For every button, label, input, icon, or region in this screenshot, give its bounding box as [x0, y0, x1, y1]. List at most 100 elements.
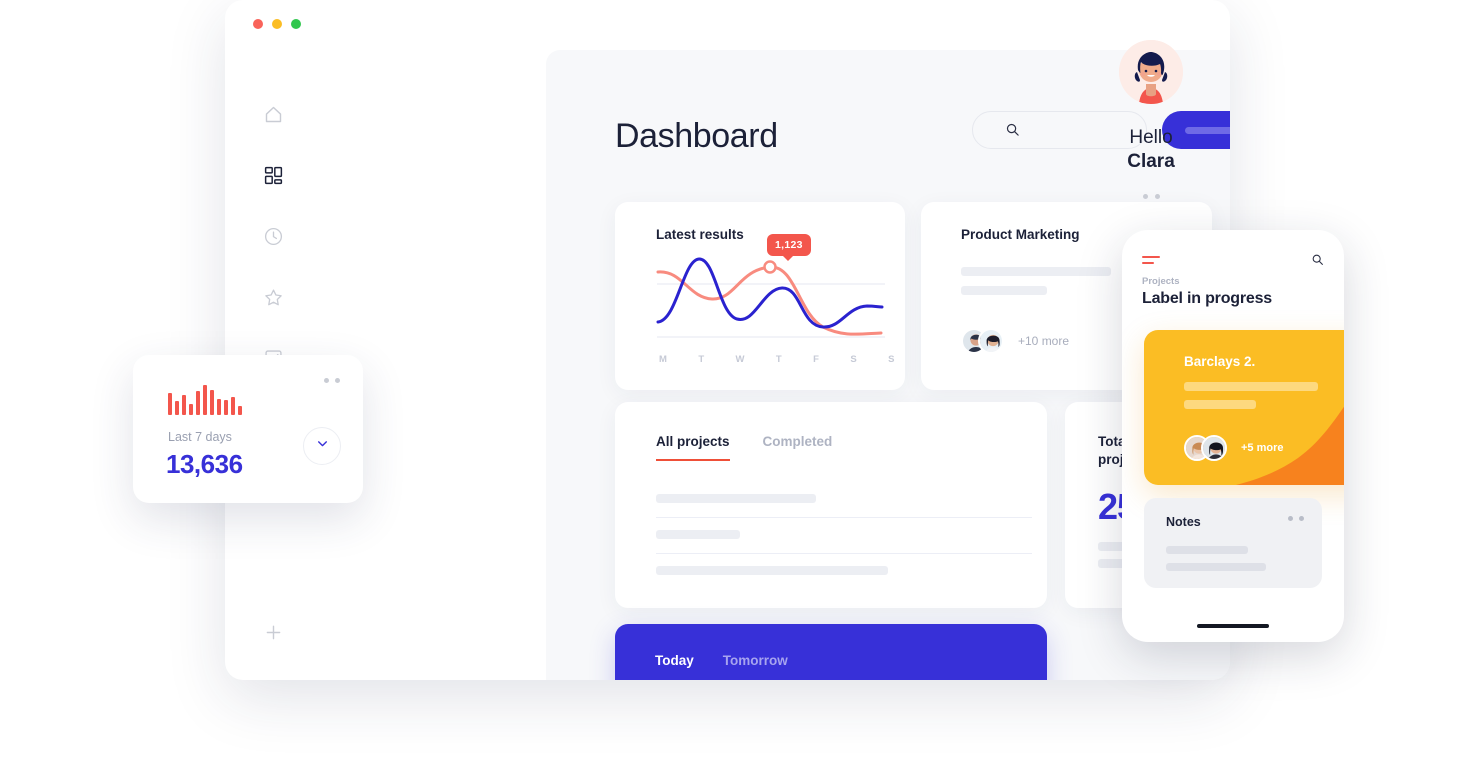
profile-panel: Hello Clara [1091, 40, 1211, 199]
list-item[interactable] [656, 494, 1032, 518]
axis-tick: W [735, 354, 746, 365]
sparkline-bar [189, 404, 193, 415]
list-item[interactable] [656, 530, 1032, 554]
placeholder-line [1166, 546, 1248, 554]
series-revenue-line [656, 265, 883, 336]
tab-completed[interactable]: Completed [763, 434, 833, 461]
avatar[interactable] [978, 328, 1004, 354]
project-card-title: Barclays 2. [1184, 354, 1256, 369]
today-tabs: Today Tomorrow [655, 653, 788, 668]
sparkline-bar [210, 390, 214, 415]
placeholder-line [656, 494, 816, 503]
phone-eyebrow: Projects [1142, 276, 1180, 287]
list-item[interactable] [656, 566, 1032, 589]
axis-tick: S [850, 354, 858, 365]
tab-all-projects[interactable]: All projects [656, 434, 730, 461]
desktop-window: Dashboard Latest results 1,123 M T W T F… [225, 0, 1230, 680]
last-7-days-label: Last 7 days [168, 430, 232, 444]
user-avatar[interactable] [1119, 40, 1183, 104]
grid-icon [263, 165, 284, 191]
greeting-text: Hello [1129, 127, 1173, 148]
sidebar-item-dashboard[interactable] [257, 161, 291, 195]
greeting-block: Hello Clara [1091, 126, 1211, 174]
window-controls [253, 19, 301, 29]
tab-today[interactable]: Today [655, 653, 694, 668]
tab-tomorrow[interactable]: Tomorrow [723, 653, 788, 668]
window-titlebar [225, 0, 1230, 46]
chart-marker [763, 260, 777, 274]
kebab-dot [1299, 516, 1304, 521]
project-card[interactable]: Barclays 2. +5 more [1144, 330, 1344, 485]
mobile-preview: Projects Label in progress Barclays 2. +… [1122, 230, 1344, 642]
more-members-label: +5 more [1241, 442, 1284, 454]
screen: Dashboard Latest results 1,123 M T W T F… [0, 0, 1460, 760]
sparkline-bar [203, 385, 207, 415]
placeholder-line [1166, 563, 1266, 571]
projects-tabs: All projects Completed [656, 434, 832, 461]
pager-dot[interactable] [1142, 193, 1148, 199]
sparkline-bar [168, 393, 172, 415]
sparkline-chart [168, 383, 242, 415]
placeholder-line [1184, 400, 1256, 409]
more-members-label: +10 more [1018, 334, 1070, 348]
sidebar-item-favorites[interactable] [257, 283, 291, 317]
phone-title: Label in progress [1142, 290, 1272, 307]
today-card: Today Tomorrow [615, 624, 1047, 680]
sidebar-add-button[interactable] [263, 622, 284, 648]
chart-tooltip: 1,123 [767, 234, 811, 261]
sparkline-bar [231, 397, 235, 415]
axis-tick: T [775, 354, 783, 365]
home-indicator [1197, 624, 1269, 628]
placeholder-line [961, 267, 1111, 276]
placeholder-line [656, 530, 740, 539]
latest-results-card: Latest results 1,123 M T W T F S S [615, 202, 905, 390]
hamburger-icon[interactable] [1142, 256, 1160, 268]
maximize-button[interactable] [291, 19, 301, 29]
star-icon [263, 287, 284, 313]
chart-x-axis: M T W T F S S [659, 354, 895, 365]
notes-card-title: Notes [1166, 515, 1201, 529]
kebab-icon[interactable] [1288, 516, 1304, 521]
sidebar-item-home[interactable] [257, 100, 291, 134]
placeholder-line [656, 566, 888, 575]
projects-card: All projects Completed [615, 402, 1047, 608]
last-7-days-card: Last 7 days 13,636 [133, 355, 363, 503]
expand-button[interactable] [303, 427, 341, 465]
avatar-stack[interactable] [1184, 435, 1227, 461]
pager-dot[interactable] [1154, 193, 1160, 199]
user-name: Clara [1127, 150, 1175, 172]
close-button[interactable] [253, 19, 263, 29]
chevron-down-icon [316, 437, 329, 455]
avatar-stack[interactable] [961, 328, 1004, 354]
last-7-days-value: 13,636 [166, 449, 243, 479]
minimize-button[interactable] [272, 19, 282, 29]
projects-list [656, 494, 1032, 601]
axis-tick: T [698, 354, 705, 365]
sparkline-bar [196, 391, 200, 415]
avatar-illustration [1119, 40, 1183, 104]
sparkline-bar [217, 399, 221, 415]
members-row: +5 more [1184, 435, 1284, 461]
pager-dots[interactable] [1091, 193, 1211, 199]
axis-tick: F [813, 354, 820, 365]
product-marketing-title: Product Marketing [961, 227, 1080, 242]
placeholder-line [1184, 382, 1318, 391]
search-icon[interactable] [1311, 253, 1324, 271]
clock-icon [263, 226, 284, 252]
kebab-dot [324, 378, 329, 383]
avatar[interactable] [1201, 435, 1227, 461]
notes-card[interactable]: Notes [1144, 498, 1322, 588]
axis-tick: S [888, 354, 895, 365]
kebab-icon[interactable] [324, 378, 340, 383]
page-title: Dashboard [615, 116, 778, 155]
search-icon [1005, 122, 1020, 142]
line-chart-svg [656, 257, 885, 338]
sparkline-bar [175, 401, 179, 415]
kebab-dot [335, 378, 340, 383]
phone-topbar [1142, 250, 1324, 274]
sparkline-bar [182, 395, 186, 415]
sparkline-bar [238, 406, 242, 415]
sidebar-item-history[interactable] [257, 222, 291, 256]
latest-results-title: Latest results [656, 227, 744, 242]
axis-tick: M [659, 354, 668, 365]
